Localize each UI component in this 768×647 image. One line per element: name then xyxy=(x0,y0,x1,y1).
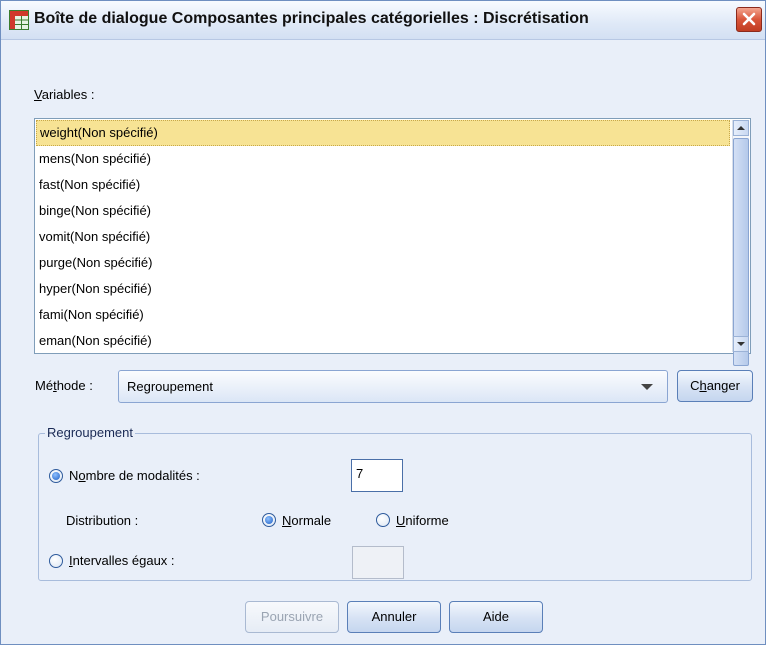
num-categories-radio[interactable] xyxy=(49,469,63,483)
continue-button[interactable]: Poursuivre xyxy=(245,601,339,633)
list-item[interactable]: purge(Non spécifié) xyxy=(36,250,732,276)
scroll-up-button[interactable] xyxy=(733,120,749,136)
uniform-radio[interactable] xyxy=(376,513,390,527)
variables-list[interactable]: weight(Non spécifié) mens(Non spécifié) … xyxy=(34,118,751,366)
normal-label[interactable]: Normale xyxy=(282,513,331,528)
list-item[interactable]: fami(Non spécifié) xyxy=(36,302,732,328)
distribution-label: Distribution : xyxy=(66,513,139,528)
list-item[interactable]: weight(Non spécifié) xyxy=(36,120,730,146)
scroll-thumb[interactable] xyxy=(733,138,749,366)
list-item[interactable]: binge(Non spécifié) xyxy=(36,198,732,224)
scroll-down-button[interactable] xyxy=(733,336,749,352)
normal-radio[interactable] xyxy=(262,513,276,527)
arrow-down-icon xyxy=(737,342,745,346)
group-title: Regroupement xyxy=(45,425,135,440)
list-item[interactable]: eman(Non spécifié) xyxy=(36,328,732,354)
equal-intervals-radio[interactable] xyxy=(49,554,63,568)
spreadsheet-icon xyxy=(9,10,29,30)
method-select[interactable]: Regroupement xyxy=(118,370,668,403)
arrow-up-icon xyxy=(737,126,745,130)
cancel-button[interactable]: Annuler xyxy=(347,601,441,633)
vertical-scrollbar[interactable] xyxy=(732,120,749,366)
title-bar[interactable]: Boîte de dialogue Composantes principale… xyxy=(1,1,765,40)
change-button[interactable]: Changer xyxy=(677,370,753,402)
method-label: Méthode : xyxy=(35,378,93,393)
num-categories-label[interactable]: Nombre de modalités : xyxy=(69,468,200,483)
list-item[interactable]: mens(Non spécifié) xyxy=(36,146,732,172)
variables-label: Variables : xyxy=(34,87,95,102)
list-item[interactable]: vomit(Non spécifié) xyxy=(36,224,732,250)
uniform-label[interactable]: Uniforme xyxy=(396,513,449,528)
close-icon xyxy=(742,12,756,26)
help-button[interactable]: Aide xyxy=(449,601,543,633)
window-title: Boîte de dialogue Composantes principale… xyxy=(34,10,589,27)
method-value: Regroupement xyxy=(127,379,213,394)
num-categories-input[interactable]: 7 xyxy=(351,459,403,492)
equal-intervals-input[interactable] xyxy=(352,546,404,579)
close-button[interactable] xyxy=(736,7,762,32)
chevron-down-icon xyxy=(641,384,653,390)
list-item[interactable]: hyper(Non spécifié) xyxy=(36,276,732,302)
equal-intervals-label[interactable]: Intervalles égaux : xyxy=(69,553,175,568)
list-item[interactable]: fast(Non spécifié) xyxy=(36,172,732,198)
dialog-window: Boîte de dialogue Composantes principale… xyxy=(0,0,766,645)
